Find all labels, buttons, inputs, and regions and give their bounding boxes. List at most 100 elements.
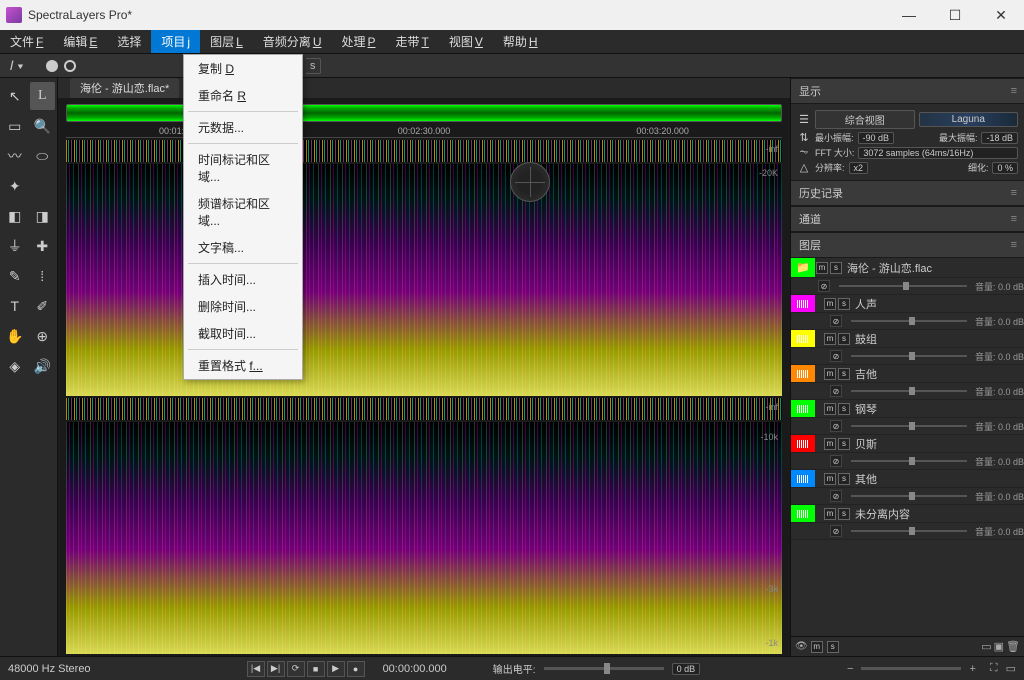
solo-all[interactable]: s bbox=[827, 641, 839, 653]
fastfwd-button[interactable]: ▶| bbox=[267, 661, 285, 677]
waveform-right[interactable]: -inf R bbox=[66, 398, 782, 420]
menu-9[interactable]: 帮助H bbox=[493, 30, 548, 53]
zoom-in-icon[interactable]: + bbox=[969, 663, 975, 675]
menu-item-6[interactable]: 插入时间... bbox=[184, 266, 302, 293]
colormap-chip[interactable]: Laguna bbox=[919, 112, 1019, 127]
nav-compass[interactable] bbox=[510, 162, 550, 202]
menu-item-8[interactable]: 截取时间... bbox=[184, 320, 302, 347]
menu-1[interactable]: 编辑E bbox=[53, 30, 107, 53]
solo-toggle[interactable]: s bbox=[838, 508, 850, 520]
circle-icon[interactable] bbox=[46, 60, 58, 72]
record-button[interactable]: ● bbox=[347, 661, 365, 677]
spectrogram-right[interactable]: -10k -3k -1k R bbox=[66, 422, 782, 654]
layer-color-swatch[interactable] bbox=[791, 435, 815, 452]
layer-master[interactable]: 📁 m s 海伦 - 游山恋.flac bbox=[791, 258, 1024, 278]
menu-item-0[interactable]: 复制 D bbox=[184, 55, 302, 82]
add-layer-icon[interactable]: ▭ bbox=[981, 640, 991, 653]
ref-value[interactable]: 0 % bbox=[992, 162, 1018, 174]
spectrogram-left[interactable]: -20K L bbox=[66, 164, 782, 396]
history-panel-header[interactable]: 历史记录 ≡ bbox=[791, 180, 1024, 206]
waveform-left[interactable]: -inf L bbox=[66, 140, 782, 162]
layers-stack-icon[interactable]: ☰ bbox=[797, 113, 811, 126]
menu-item-2[interactable]: 元数据... bbox=[184, 114, 302, 141]
magnifier-tool[interactable]: 🔍 bbox=[30, 112, 56, 140]
menu-8[interactable]: 视图V bbox=[439, 30, 493, 53]
volume-slider[interactable] bbox=[851, 390, 967, 392]
marquee-tool[interactable]: ▭ bbox=[2, 112, 28, 140]
min-amp-value[interactable]: -90 dB bbox=[858, 132, 895, 144]
draw-tool[interactable]: ✎ bbox=[2, 262, 28, 290]
fft-value[interactable]: 3072 samples (64ms/16Hz) bbox=[858, 147, 1018, 159]
text-tool[interactable]: L bbox=[30, 82, 56, 110]
bypass-toggle[interactable]: ⊘ bbox=[830, 350, 842, 362]
volume-slider[interactable] bbox=[851, 355, 967, 357]
solo-toggle[interactable]: s bbox=[838, 298, 850, 310]
eye-icon[interactable]: 👁 bbox=[795, 641, 808, 652]
volume-slider[interactable] bbox=[851, 425, 967, 427]
menu-0[interactable]: 文件F bbox=[0, 30, 53, 53]
menu-2[interactable]: 选择 bbox=[107, 30, 151, 53]
composite-view-chip[interactable]: 综合视图 bbox=[815, 110, 915, 129]
picker-tool[interactable]: ⁞ bbox=[30, 262, 56, 290]
bypass-toggle[interactable]: ⊘ bbox=[830, 315, 842, 327]
mute-toggle[interactable]: m bbox=[824, 368, 836, 380]
menu-icon[interactable]: ≡ bbox=[1011, 85, 1016, 97]
dropper-tool[interactable]: ✐ bbox=[30, 292, 56, 320]
volume-slider[interactable] bbox=[851, 320, 967, 322]
zoom-slider[interactable] bbox=[861, 667, 961, 670]
timeline-ruler[interactable]: 00:01:40.00000:02:30.00000:03:20.000 bbox=[66, 124, 782, 138]
brush-tool[interactable]: 〰 bbox=[2, 142, 28, 170]
layers-panel-header[interactable]: 图层 ≡ bbox=[791, 232, 1024, 258]
minimize-button[interactable]: — bbox=[886, 0, 932, 30]
menu-icon[interactable]: ≡ bbox=[1011, 239, 1016, 251]
res-value[interactable]: x2 bbox=[849, 162, 869, 174]
wand-tool[interactable]: ✦ bbox=[2, 172, 28, 200]
channels-panel-header[interactable]: 通道 ≡ bbox=[791, 206, 1024, 232]
layer-color-swatch[interactable] bbox=[791, 400, 815, 417]
menu-item-7[interactable]: 删除时间... bbox=[184, 293, 302, 320]
bypass-toggle[interactable]: ⊘ bbox=[830, 525, 842, 537]
overview-waveform[interactable] bbox=[66, 104, 782, 122]
menu-4[interactable]: 图层L bbox=[200, 30, 253, 53]
speaker-tool[interactable]: 🔊 bbox=[30, 352, 56, 380]
layer-color-swatch[interactable] bbox=[791, 470, 815, 487]
hand-tool[interactable]: ✋ bbox=[2, 322, 28, 350]
solo-toggle[interactable]: s bbox=[838, 333, 850, 345]
menu-item-1[interactable]: 重命名 R bbox=[184, 82, 302, 109]
eraser2-tool[interactable]: ◨ bbox=[30, 202, 56, 230]
ring-icon[interactable] bbox=[64, 60, 76, 72]
cube-tool[interactable]: ◈ bbox=[2, 352, 28, 380]
menu-item-4[interactable]: 频谱标记和区域... bbox=[184, 190, 302, 234]
delete-layer-icon[interactable]: 🗑 bbox=[1006, 640, 1020, 653]
output-level-slider[interactable] bbox=[544, 667, 664, 670]
volume-slider[interactable] bbox=[851, 460, 967, 462]
output-level-value[interactable]: 0 dB bbox=[672, 663, 701, 675]
layer-color-swatch[interactable] bbox=[791, 295, 815, 312]
layer-row-0[interactable]: m s 人声 bbox=[791, 295, 1024, 313]
menu-7[interactable]: 走带T bbox=[386, 30, 439, 53]
mute-toggle[interactable]: m bbox=[824, 438, 836, 450]
zoom-out-icon[interactable]: − bbox=[847, 663, 853, 675]
group-layer-icon[interactable]: ▣ bbox=[994, 640, 1004, 653]
bypass-toggle[interactable]: ⊘ bbox=[830, 385, 842, 397]
mute-toggle[interactable]: m bbox=[824, 508, 836, 520]
menu-6[interactable]: 处理P bbox=[331, 30, 385, 53]
menu-icon[interactable]: ≡ bbox=[1011, 213, 1016, 225]
display-panel-header[interactable]: 显示 ≡ bbox=[791, 78, 1024, 104]
document-tab[interactable]: 海伦 - 游山恋.flac* bbox=[70, 78, 179, 98]
mute-toggle[interactable]: m bbox=[824, 473, 836, 485]
mute-toggle[interactable]: m bbox=[816, 262, 828, 274]
layer-row-3[interactable]: m s 钢琴 bbox=[791, 400, 1024, 418]
menu-item-9[interactable]: 重置格式 f... bbox=[184, 352, 302, 379]
layer-color-swatch[interactable] bbox=[791, 505, 815, 522]
zoom-full-icon[interactable]: ▭ bbox=[1006, 662, 1016, 675]
layer-row-2[interactable]: m s 吉他 bbox=[791, 365, 1024, 383]
lasso-tool[interactable]: ⬭ bbox=[30, 142, 56, 170]
fft-icon[interactable]: ⏦ bbox=[797, 146, 811, 159]
mute-all[interactable]: m bbox=[811, 641, 823, 653]
bypass-toggle[interactable]: ⊘ bbox=[830, 420, 842, 432]
res-icon[interactable]: △ bbox=[797, 161, 811, 174]
zoom-tool[interactable]: ⊕ bbox=[30, 322, 56, 350]
amp-icon[interactable]: ⇅ bbox=[797, 131, 811, 144]
mute-toggle[interactable]: m bbox=[824, 403, 836, 415]
